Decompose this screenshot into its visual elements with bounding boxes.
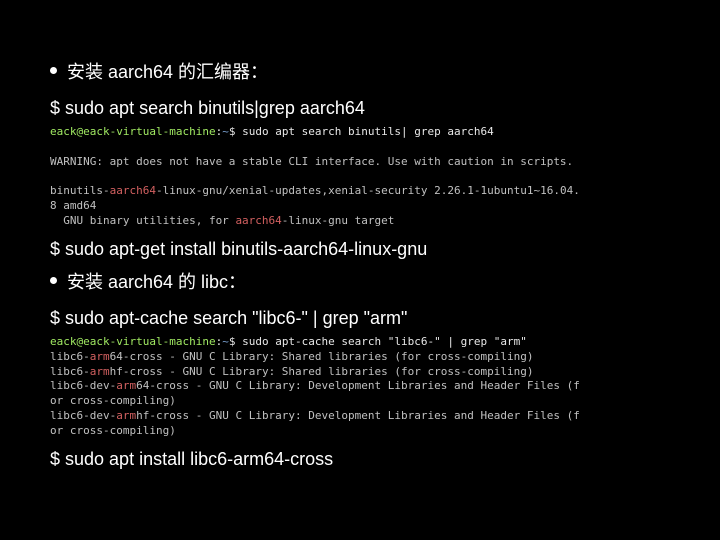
term-line: binutils- <box>50 184 110 197</box>
term-line: -linux-gnu target <box>282 214 395 227</box>
term-user: eack@eack-virtual-machine <box>50 125 216 138</box>
term-line: or cross-compiling) <box>50 424 176 437</box>
command-apt-cache-search-libc: $ sudo apt-cache search "libc6-" | grep … <box>50 308 670 329</box>
bullet-text: 安装 aarch64 的汇编器： <box>67 58 268 84</box>
command-apt-install-libc6: $ sudo apt install libc6-arm64-cross <box>50 449 670 470</box>
term-line: or cross-compiling) <box>50 394 176 407</box>
command-apt-search-binutils: $ sudo apt search binutils|grep aarch64 <box>50 98 670 119</box>
term-match: arm <box>116 379 136 392</box>
term-line: libc6-dev- <box>50 379 116 392</box>
command-apt-install-binutils: $ sudo apt-get install binutils-aarch64-… <box>50 239 670 260</box>
terminal-output-libc: eack@eack-virtual-machine:~$ sudo apt-ca… <box>50 335 670 439</box>
term-warning: WARNING: apt does not have a stable CLI … <box>50 155 573 168</box>
term-line: libc6- <box>50 350 90 363</box>
term-match: aarch64 <box>110 184 156 197</box>
bullet-install-assembler: 安装 aarch64 的汇编器： <box>50 58 670 84</box>
term-prompt: $ <box>229 335 242 348</box>
bullet-install-libc: 安装 aarch64 的 libc： <box>50 268 670 294</box>
term-match: arm <box>90 365 110 378</box>
term-cmd: sudo apt-cache search "libc6-" | grep "a… <box>242 335 527 348</box>
term-match: aarch64 <box>235 214 281 227</box>
bullet-text: 安装 aarch64 的 libc： <box>67 268 246 294</box>
term-line: hf-cross - GNU C Library: Development Li… <box>136 409 580 422</box>
terminal-output-binutils: eack@eack-virtual-machine:~$ sudo apt se… <box>50 125 670 229</box>
term-match: arm <box>116 409 136 422</box>
term-prompt: $ <box>229 125 242 138</box>
term-line: 64-cross - GNU C Library: Development Li… <box>136 379 580 392</box>
term-line: GNU binary utilities, for <box>50 214 235 227</box>
term-path: ~ <box>222 125 229 138</box>
term-line: 64-cross - GNU C Library: Shared librari… <box>110 350 534 363</box>
bullet-dot-icon <box>50 67 57 74</box>
term-line: hf-cross - GNU C Library: Shared librari… <box>110 365 534 378</box>
term-user: eack@eack-virtual-machine <box>50 335 216 348</box>
bullet-dot-icon <box>50 277 57 284</box>
term-line: libc6-dev- <box>50 409 116 422</box>
term-cmd: sudo apt search binutils| grep aarch64 <box>242 125 494 138</box>
term-match: arm <box>90 350 110 363</box>
term-path: ~ <box>222 335 229 348</box>
term-line: libc6- <box>50 365 90 378</box>
term-line: -linux-gnu/xenial-updates,xenial-securit… <box>156 184 580 197</box>
term-line: 8 amd64 <box>50 199 96 212</box>
